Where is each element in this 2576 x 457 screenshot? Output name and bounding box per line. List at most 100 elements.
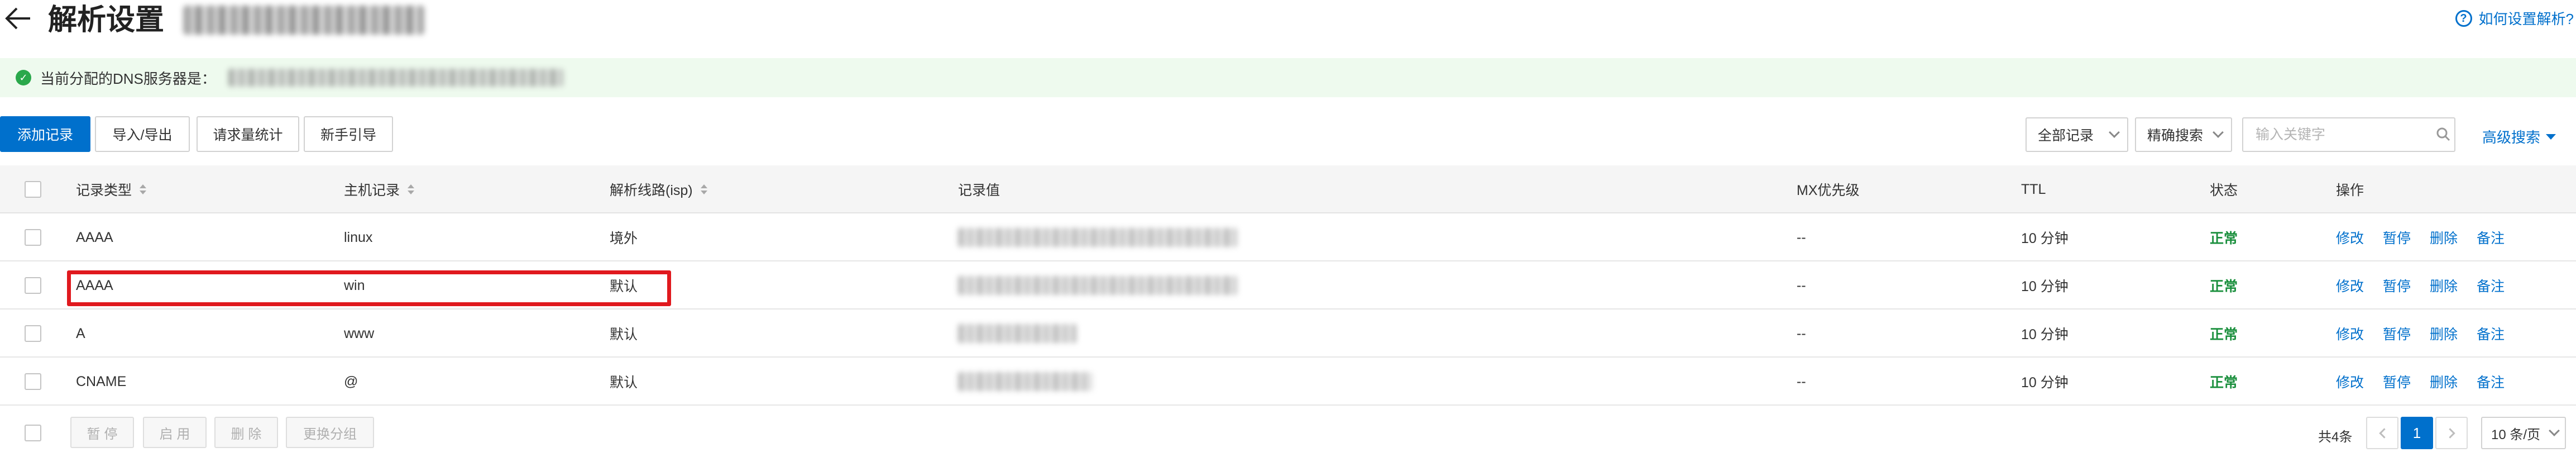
dns-server-value-redacted [228, 69, 563, 87]
search-icon[interactable] [2435, 126, 2451, 142]
sort-icon [700, 184, 707, 194]
check-circle-icon: ✓ [16, 70, 31, 85]
batch-delete-button[interactable]: 删 除 [214, 417, 278, 448]
beginner-guide-button[interactable]: 新手引导 [304, 116, 393, 152]
help-link[interactable]: ? 如何设置解析? [2455, 8, 2574, 28]
request-stats-button[interactable]: 请求量统计 [197, 116, 299, 152]
sort-icon [140, 184, 147, 194]
delete-link[interactable]: 删除 [2430, 227, 2458, 247]
host-record: linux [344, 229, 373, 245]
page-title: 解析设置 [48, 4, 165, 36]
chevron-down-icon [2213, 127, 2224, 138]
mx-priority: -- [1797, 277, 1806, 293]
domain-name-redacted [183, 6, 424, 35]
column-header-line[interactable]: 解析线路(isp) [610, 165, 707, 213]
mx-priority: -- [1797, 229, 1806, 245]
help-link-label: 如何设置解析? [2478, 11, 2574, 27]
edit-link[interactable]: 修改 [2336, 275, 2364, 296]
chevron-left-icon [2378, 427, 2390, 439]
import-export-button[interactable]: 导入/导出 [95, 116, 190, 152]
resolution-line: 境外 [610, 231, 638, 246]
mx-priority: -- [1797, 373, 1806, 389]
row-checkbox[interactable] [25, 325, 41, 342]
host-record: @ [344, 373, 358, 389]
back-arrow-icon[interactable] [3, 3, 33, 34]
delete-link[interactable]: 删除 [2430, 275, 2458, 296]
edit-link[interactable]: 修改 [2336, 323, 2364, 344]
column-header-actions: 操作 [2336, 183, 2364, 198]
resolution-line: 默认 [610, 327, 638, 342]
caret-down-icon [2546, 134, 2556, 140]
row-actions: 修改 暂停 删除 备注 [2336, 358, 2524, 406]
pause-link[interactable]: 暂停 [2383, 275, 2411, 296]
table-row: AAAA linux 境外 -- 10 分钟 正常 修改 暂停 删除 备注 [0, 213, 2576, 261]
note-link[interactable]: 备注 [2477, 323, 2505, 344]
page-size-select[interactable]: 10 条/页 [2481, 417, 2566, 449]
row-actions: 修改 暂停 删除 备注 [2336, 261, 2524, 310]
note-link[interactable]: 备注 [2477, 227, 2505, 247]
edit-link[interactable]: 修改 [2336, 227, 2364, 247]
match-mode-value: 精确搜索 [2147, 128, 2204, 144]
add-record-button[interactable]: 添加记录 [0, 116, 90, 152]
host-record: www [344, 325, 375, 341]
chevron-right-icon [2444, 427, 2455, 439]
row-actions: 修改 暂停 删除 备注 [2336, 310, 2524, 358]
record-type: A [76, 325, 85, 341]
record-value-redacted [958, 324, 1076, 343]
row-checkbox[interactable] [25, 373, 41, 390]
record-type: AAAA [76, 229, 113, 245]
keyword-search-input[interactable] [2242, 117, 2455, 152]
table-row: A www 默认 -- 10 分钟 正常 修改 暂停 删除 备注 [0, 310, 2576, 358]
row-actions: 修改 暂停 删除 备注 [2336, 213, 2524, 261]
row-checkbox[interactable] [25, 229, 41, 246]
record-filter-value: 全部记录 [2038, 128, 2094, 144]
dns-server-label: 当前分配的DNS服务器是： [40, 70, 216, 87]
note-link[interactable]: 备注 [2477, 275, 2505, 296]
next-page-button[interactable] [2435, 417, 2468, 449]
pause-link[interactable]: 暂停 [2383, 227, 2411, 247]
chevron-down-icon [2549, 425, 2560, 436]
record-type: CNAME [76, 373, 127, 389]
select-all-checkbox[interactable] [25, 425, 41, 441]
batch-pause-button[interactable]: 暂 停 [70, 417, 134, 448]
ttl-value: 10 分钟 [2021, 279, 2069, 294]
prev-page-button[interactable] [2366, 417, 2398, 449]
record-value-redacted [958, 372, 1092, 391]
edit-link[interactable]: 修改 [2336, 372, 2364, 392]
select-all-checkbox[interactable] [25, 181, 41, 198]
total-count: 共4条 [2318, 430, 2353, 445]
pause-link[interactable]: 暂停 [2383, 323, 2411, 344]
status-badge: 正常 [2210, 279, 2238, 294]
dns-server-notice: ✓ 当前分配的DNS服务器是： [0, 58, 2576, 97]
advanced-search-label: 高级搜索 [2482, 129, 2541, 146]
resolution-line: 默认 [610, 375, 638, 391]
row-checkbox[interactable] [25, 277, 41, 294]
record-filter-select[interactable]: 全部记录 [2026, 117, 2128, 152]
page-header: 解析设置 ? 如何设置解析? [0, 0, 2576, 45]
delete-link[interactable]: 删除 [2430, 372, 2458, 392]
column-header-mx: MX优先级 [1797, 183, 1860, 198]
advanced-search-toggle[interactable]: 高级搜索 [2482, 126, 2556, 147]
column-header-value: 记录值 [958, 183, 1000, 198]
status-badge: 正常 [2210, 375, 2238, 391]
match-mode-select[interactable]: 精确搜索 [2135, 117, 2232, 152]
batch-regroup-button[interactable]: 更换分组 [286, 417, 374, 448]
column-header-host[interactable]: 主机记录 [344, 165, 415, 213]
mx-priority: -- [1797, 325, 1806, 341]
sort-icon [408, 184, 415, 194]
ttl-value: 10 分钟 [2021, 327, 2069, 342]
record-value-redacted [958, 276, 1237, 295]
table-header-row: 记录类型 主机记录 解析线路(isp) 记录值 MX优先级 TTL 状态 操作 [0, 165, 2576, 213]
ttl-value: 10 分钟 [2021, 375, 2069, 391]
batch-enable-button[interactable]: 启 用 [143, 417, 207, 448]
page-number-button[interactable]: 1 [2401, 417, 2433, 449]
column-header-ttl: TTL [2021, 181, 2046, 197]
table-row: CNAME @ 默认 -- 10 分钟 正常 修改 暂停 删除 备注 [0, 358, 2576, 406]
pause-link[interactable]: 暂停 [2383, 372, 2411, 392]
delete-link[interactable]: 删除 [2430, 323, 2458, 344]
column-header-type[interactable]: 记录类型 [76, 165, 147, 213]
table-footer: 暂 停 启 用 删 除 更换分组 共4条 1 10 条/页 [0, 412, 2576, 457]
ttl-value: 10 分钟 [2021, 231, 2069, 246]
note-link[interactable]: 备注 [2477, 372, 2505, 392]
status-badge: 正常 [2210, 327, 2238, 342]
